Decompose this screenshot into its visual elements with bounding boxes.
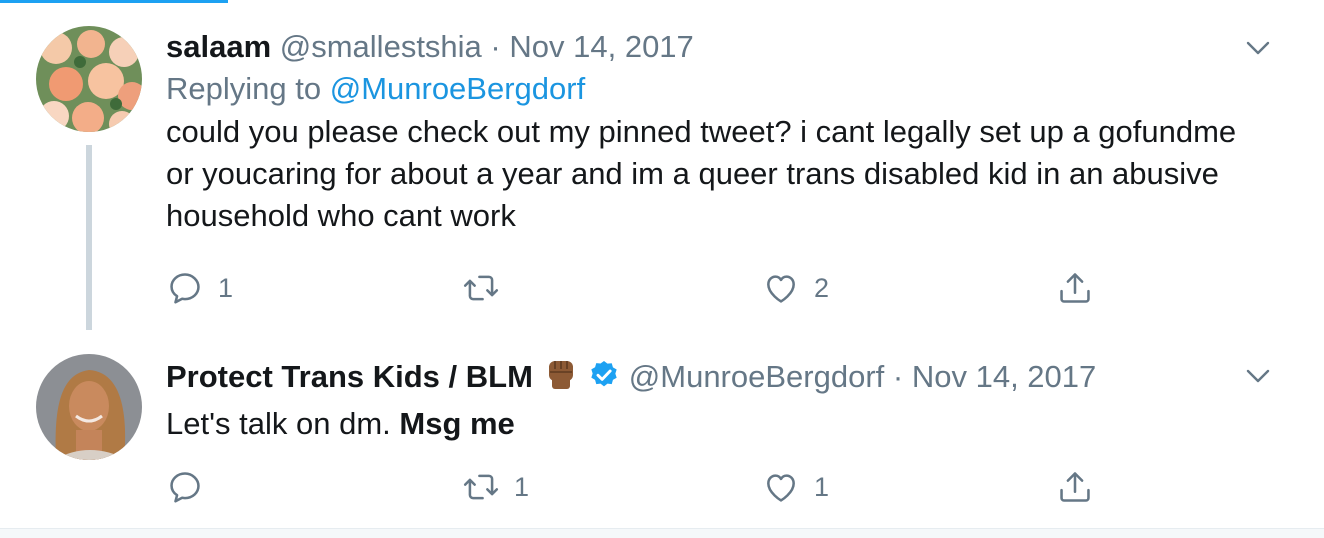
like-icon: [767, 474, 795, 502]
chevron-down-icon[interactable]: [1244, 34, 1272, 62]
share-icon: [1060, 273, 1090, 303]
like-count: 1: [814, 471, 830, 502]
handle[interactable]: @MunroeBergdorf: [629, 359, 884, 394]
retweet-icon: [463, 275, 499, 301]
reply-icon: [170, 472, 200, 503]
reply-count: 1: [218, 272, 234, 303]
like-button[interactable]: 1: [762, 467, 829, 507]
like-count: 2: [814, 272, 830, 303]
avatar[interactable]: [36, 354, 142, 460]
chevron-down-icon[interactable]: [1244, 362, 1272, 390]
tweet-actions: 1 1: [166, 467, 1116, 507]
tweet-text: could you please check out my pinned twe…: [166, 114, 1237, 233]
reply-button[interactable]: [166, 467, 218, 507]
retweet-count: 1: [514, 471, 530, 502]
tweet-header: salaam @smallestshia · Nov 14, 2017: [166, 27, 1264, 67]
retweet-button[interactable]: [462, 268, 514, 308]
replying-label: Replying to: [166, 71, 322, 106]
bottom-divider: [0, 528, 1324, 538]
separator: ·: [490, 29, 501, 64]
replying-to: Replying to @MunroeBergdorf: [166, 69, 1264, 109]
retweet-button[interactable]: 1: [462, 467, 529, 507]
display-name[interactable]: Protect Trans Kids / BLM: [166, 359, 533, 394]
retweet-icon: [463, 474, 499, 500]
timestamp[interactable]: Nov 14, 2017: [912, 359, 1096, 394]
handle[interactable]: @smallestshia: [280, 29, 482, 64]
thread-line: [86, 145, 92, 330]
share-button[interactable]: [1056, 467, 1094, 507]
tweet-text-bold: Msg me: [399, 406, 515, 441]
share-button[interactable]: [1056, 268, 1094, 308]
tweet-header: Protect Trans Kids / BLM @MunroeBergdorf…: [166, 355, 1264, 397]
tweet-protect-trans-kids[interactable]: Protect Trans Kids / BLM @MunroeBergdorf…: [0, 340, 1324, 530]
timestamp[interactable]: Nov 14, 2017: [509, 29, 693, 64]
tweet-salaam[interactable]: salaam @smallestshia · Nov 14, 2017 Repl…: [0, 0, 1324, 340]
display-name[interactable]: salaam: [166, 29, 271, 64]
raised-fist-icon: [548, 361, 573, 389]
reply-icon: [170, 273, 200, 304]
share-icon: [1060, 472, 1090, 502]
tweet-text-plain: Let's talk on dm.: [166, 406, 400, 441]
avatar[interactable]: [36, 26, 142, 132]
tweet-text: Let's talk on dm. Msg me: [166, 403, 1264, 445]
like-button[interactable]: 2: [762, 268, 829, 308]
like-icon: [767, 275, 795, 303]
tweet-actions: 1 2: [166, 268, 1116, 308]
separator: ·: [892, 359, 904, 394]
reply-button[interactable]: 1: [166, 268, 233, 308]
replying-mention-link[interactable]: @MunroeBergdorf: [330, 71, 585, 106]
verified-badge-icon: [591, 361, 617, 387]
